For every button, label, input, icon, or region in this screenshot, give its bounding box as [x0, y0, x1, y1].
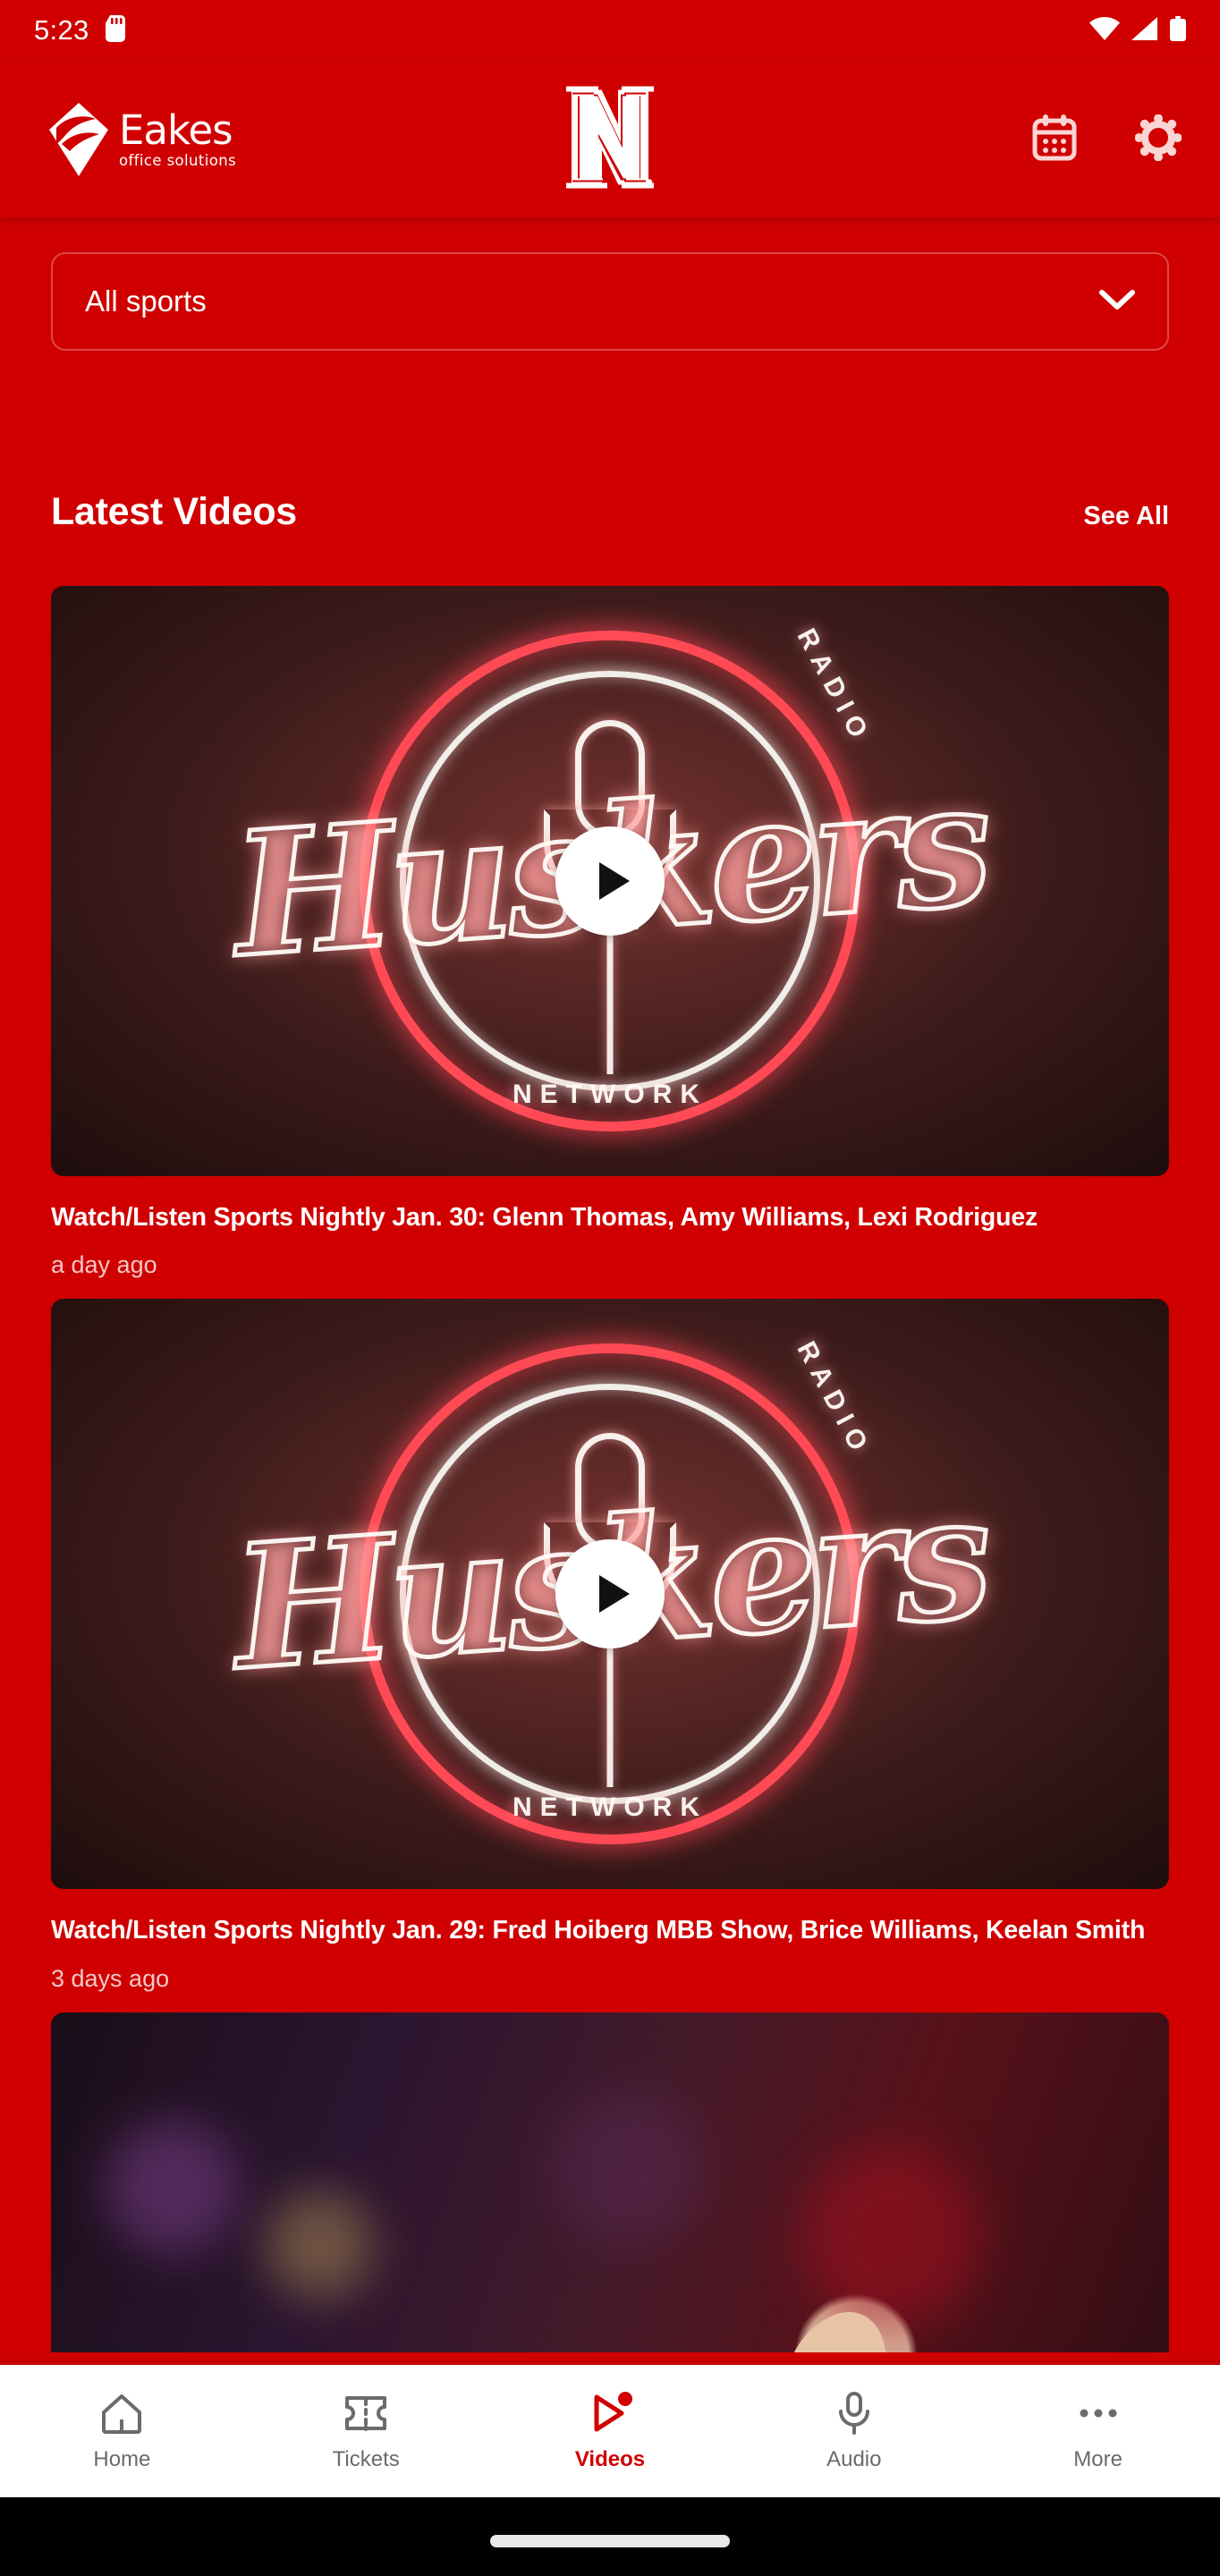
sport-filter-dropdown[interactable]: All sports [51, 252, 1169, 351]
see-all-button[interactable]: See All [1083, 502, 1169, 531]
video-list[interactable]: Huskers RADIO NETWORK Watch/Listen Sport… [0, 586, 1220, 2352]
video-thumbnail[interactable]: Huskers RADIO NETWORK [51, 1299, 1169, 1890]
sponsor-logo[interactable]: Eakes office solutions [49, 102, 236, 176]
neon-network-text: NETWORK [513, 1792, 707, 1823]
crowd-blur [105, 2119, 239, 2254]
status-bar: 5:23 [0, 0, 1220, 61]
nav-label-more: More [1073, 2447, 1123, 2471]
crowd-blur [266, 2190, 373, 2299]
video-thumbnail[interactable] [51, 2012, 1169, 2352]
video-timestamp: 3 days ago [51, 1964, 170, 1992]
notification-badge [617, 2392, 632, 2406]
list-item[interactable]: Huskers RADIO NETWORK Watch/Listen Sport… [51, 1299, 1169, 1992]
app-root: 5:23 Eakes office solutions All sports L… [0, 0, 1220, 2576]
gear-icon [1134, 114, 1182, 164]
play-button[interactable] [555, 826, 665, 936]
home-gesture-pill[interactable] [490, 2535, 730, 2547]
cellular-signal-icon [1131, 16, 1158, 45]
list-item[interactable] [51, 2012, 1169, 2352]
system-gesture-area [0, 2497, 1220, 2576]
page-title: Latest Videos [51, 490, 297, 533]
nav-item-home[interactable]: Home [0, 2365, 244, 2497]
sd-card-icon [105, 14, 125, 47]
sport-filter-wrap: All sports [0, 252, 1220, 351]
nebraska-n-logo-icon[interactable] [563, 83, 657, 195]
sponsor-wordmark: Eakes office solutions [119, 110, 236, 169]
bottom-navigation: Home Tickets Videos Audio More [0, 2365, 1220, 2497]
settings-button[interactable] [1134, 114, 1182, 164]
calendar-icon [1032, 114, 1077, 164]
wifi-icon [1089, 16, 1120, 45]
battery-icon [1170, 15, 1186, 46]
nav-item-videos[interactable]: Videos [488, 2365, 733, 2497]
calendar-button[interactable] [1030, 114, 1079, 164]
ticket-icon [343, 2390, 388, 2436]
video-title: Watch/Listen Sports Nightly Jan. 29: Fre… [51, 1916, 1146, 1945]
sponsor-name: Eakes [119, 106, 233, 154]
play-icon [598, 862, 630, 900]
ellipsis-icon [1079, 2390, 1118, 2436]
nav-item-tickets[interactable]: Tickets [244, 2365, 488, 2497]
sponsor-tagline: office solutions [119, 151, 237, 169]
video-thumbnail[interactable]: Huskers RADIO NETWORK [51, 586, 1169, 1176]
crowd-blur [552, 2092, 704, 2245]
status-bar-clock: 5:23 [34, 14, 89, 46]
neon-network-text: NETWORK [513, 1080, 707, 1109]
list-item[interactable]: Huskers RADIO NETWORK Watch/Listen Sport… [51, 586, 1169, 1279]
eakes-diamond-logo-icon [49, 102, 108, 176]
video-timestamp: a day ago [51, 1251, 157, 1279]
microphone-icon [836, 2390, 872, 2436]
nav-item-more[interactable]: More [976, 2365, 1220, 2497]
nav-label-videos: Videos [574, 2447, 646, 2471]
play-icon [598, 1575, 630, 1614]
nav-label-home: Home [93, 2447, 151, 2471]
nav-item-audio[interactable]: Audio [732, 2365, 976, 2497]
section-header: Latest Videos See All [0, 490, 1220, 534]
play-button[interactable] [555, 1539, 665, 1649]
nav-label-audio: Audio [826, 2447, 882, 2471]
chevron-down-icon [1099, 289, 1135, 315]
home-icon [101, 2390, 142, 2436]
play-video-icon [587, 2390, 633, 2436]
app-header: Eakes office solutions [0, 61, 1220, 217]
status-bar-right [1089, 15, 1186, 46]
header-actions [1030, 114, 1182, 164]
status-bar-left: 5:23 [34, 14, 125, 47]
video-title: Watch/Listen Sports Nightly Jan. 30: Gle… [51, 1203, 1038, 1232]
raised-hands [793, 2311, 886, 2352]
sport-filter-value: All sports [85, 284, 207, 318]
nav-label-tickets: Tickets [332, 2447, 400, 2471]
